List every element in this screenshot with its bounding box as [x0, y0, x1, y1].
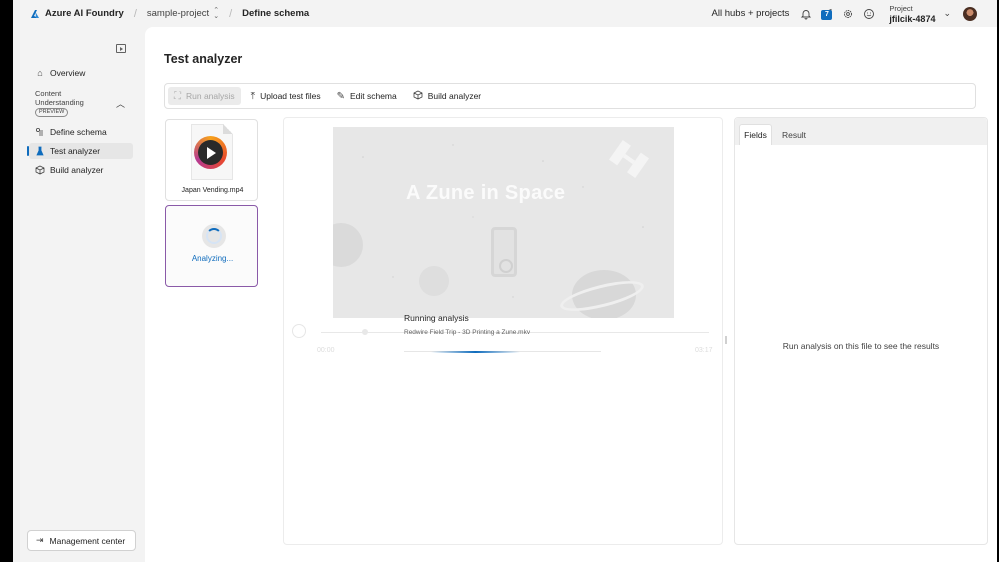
results-panel: Fields Result Run analysis on this file … — [734, 117, 988, 545]
sidebar-item-label: Define schema — [50, 127, 107, 137]
progress-fill — [431, 350, 520, 353]
chevron-down-icon[interactable]: ⌄ — [943, 8, 951, 19]
results-empty-message: Run analysis on this file to see the res… — [782, 341, 940, 351]
panel-resize-handle[interactable] — [725, 336, 727, 344]
file-card[interactable]: Japan Vending.mp4 — [165, 119, 258, 201]
sidebar-item-label: Build analyzer — [50, 165, 104, 175]
upload-icon: ⤒ — [250, 90, 256, 102]
breadcrumb-separator: / — [133, 7, 137, 20]
run-analysis-label: Run analysis — [186, 91, 235, 101]
left-black-border — [0, 0, 13, 562]
video-preview-panel: A Zune in Space 00:00 03:17 Running anal… — [283, 117, 727, 545]
upload-test-files-button[interactable]: ⤒ Upload test files — [251, 87, 321, 105]
seek-handle[interactable] — [362, 329, 368, 335]
project-selector[interactable]: Project jfilcik-4874 — [889, 4, 935, 24]
sidebar-item-label: Test analyzer — [50, 146, 101, 156]
time-start: 00:00 — [317, 347, 335, 354]
notification-badge: 7 — [821, 9, 833, 20]
running-file-name: Redwire Field Trip - 3D Printing a Zune.… — [404, 329, 531, 336]
sidebar-item-overview[interactable]: ⌂ Overview — [29, 65, 133, 81]
management-center-button[interactable]: ⇥ Management center — [27, 530, 136, 551]
edit-schema-button[interactable]: ✎ Edit schema — [337, 87, 397, 105]
pencil-icon: ✎ — [336, 90, 345, 102]
play-icon — [198, 140, 223, 165]
sidebar-item-define-schema[interactable]: Define schema — [29, 124, 133, 140]
analysis-progress-bar — [404, 350, 601, 353]
management-center-label: Management center — [49, 535, 126, 546]
preview-badge: PREVIEW — [35, 108, 69, 117]
sidebar-item-test-analyzer[interactable]: Test analyzer — [27, 143, 133, 159]
announcement-icon[interactable]: 7 — [820, 7, 834, 21]
play-button[interactable] — [292, 324, 306, 338]
zune-device-image — [491, 227, 517, 277]
top-right-actions: All hubs + projects 7 Project jfilcik-48… — [712, 0, 997, 27]
sidebar-item-label: Overview — [50, 68, 86, 78]
breadcrumb-current: Define schema — [242, 8, 310, 19]
planet-decoration — [419, 266, 449, 296]
cube-icon — [413, 90, 423, 103]
run-analysis-button[interactable]: ⛶ Run analysis — [168, 87, 241, 105]
space-station-icon — [609, 139, 649, 179]
home-icon: ⌂ — [37, 68, 43, 78]
avatar[interactable] — [963, 6, 977, 21]
build-analyzer-button[interactable]: Build analyzer — [413, 87, 481, 105]
chevron-updown-icon: ⌃ ⌄ — [213, 6, 220, 20]
flask-icon — [35, 146, 45, 156]
smiley-feedback-icon[interactable] — [862, 7, 876, 21]
file-card-selected[interactable]: Analyzing... — [165, 205, 258, 287]
tab-fields[interactable]: Fields — [739, 124, 772, 145]
brand-name: Azure AI Foundry — [45, 8, 124, 19]
top-bar: Azure AI Foundry / sample-project ⌃ ⌄ / D… — [13, 0, 997, 27]
sidebar-item-build-analyzer[interactable]: Build analyzer — [29, 162, 133, 178]
sidebar-section-title: Content Understanding — [35, 89, 84, 107]
upload-label: Upload test files — [260, 91, 321, 101]
chevron-up-icon[interactable]: ︿ — [116, 97, 125, 110]
scan-icon: ⛶ — [174, 90, 181, 102]
cube-icon — [35, 165, 45, 175]
schema-icon — [35, 127, 45, 137]
all-hubs-link[interactable]: All hubs + projects — [712, 8, 790, 19]
gear-icon[interactable] — [841, 7, 855, 21]
video-player[interactable]: A Zune in Space — [333, 127, 674, 318]
breadcrumb-project[interactable]: sample-project ⌃ ⌄ — [146, 6, 220, 20]
breadcrumb-separator: / — [229, 7, 233, 20]
edit-schema-label: Edit schema — [349, 91, 397, 101]
exit-arrow-icon: ⇥ — [36, 535, 44, 545]
running-analysis-status: Running analysis — [404, 313, 469, 323]
spinner-icon — [206, 228, 222, 244]
collapse-sidebar-icon[interactable] — [116, 44, 126, 53]
tab-result[interactable]: Result — [777, 124, 811, 145]
results-tabs: Fields Result — [735, 118, 987, 145]
video-file-icon — [194, 136, 227, 169]
video-title-overlay: A Zune in Space — [406, 182, 566, 204]
breadcrumb-project-label: sample-project — [146, 8, 210, 19]
project-name: jfilcik-4874 — [889, 13, 936, 24]
brand-link[interactable]: Azure AI Foundry — [30, 8, 124, 19]
bell-icon[interactable] — [799, 7, 813, 21]
section-title-line1: Content — [35, 89, 62, 98]
file-name: Japan Vending.mp4 — [181, 187, 244, 194]
section-title-line2: Understanding — [35, 98, 84, 107]
azure-logo-icon — [31, 9, 39, 18]
main-content: Test analyzer ⛶ Run analysis ⤒ Upload te… — [145, 27, 997, 562]
sidebar: ⌂ Overview Content Understanding ︿ PREVI… — [13, 27, 145, 562]
project-label: Project — [889, 3, 913, 13]
build-analyzer-label: Build analyzer — [427, 91, 482, 101]
time-end: 03:17 — [695, 347, 713, 354]
analyzing-status: Analyzing... — [191, 254, 234, 263]
page-title: Test analyzer — [164, 52, 243, 66]
app-window: Azure AI Foundry / sample-project ⌃ ⌄ / D… — [13, 0, 997, 562]
toolbar: ⛶ Run analysis ⤒ Upload test files ✎ Edi… — [164, 83, 976, 109]
